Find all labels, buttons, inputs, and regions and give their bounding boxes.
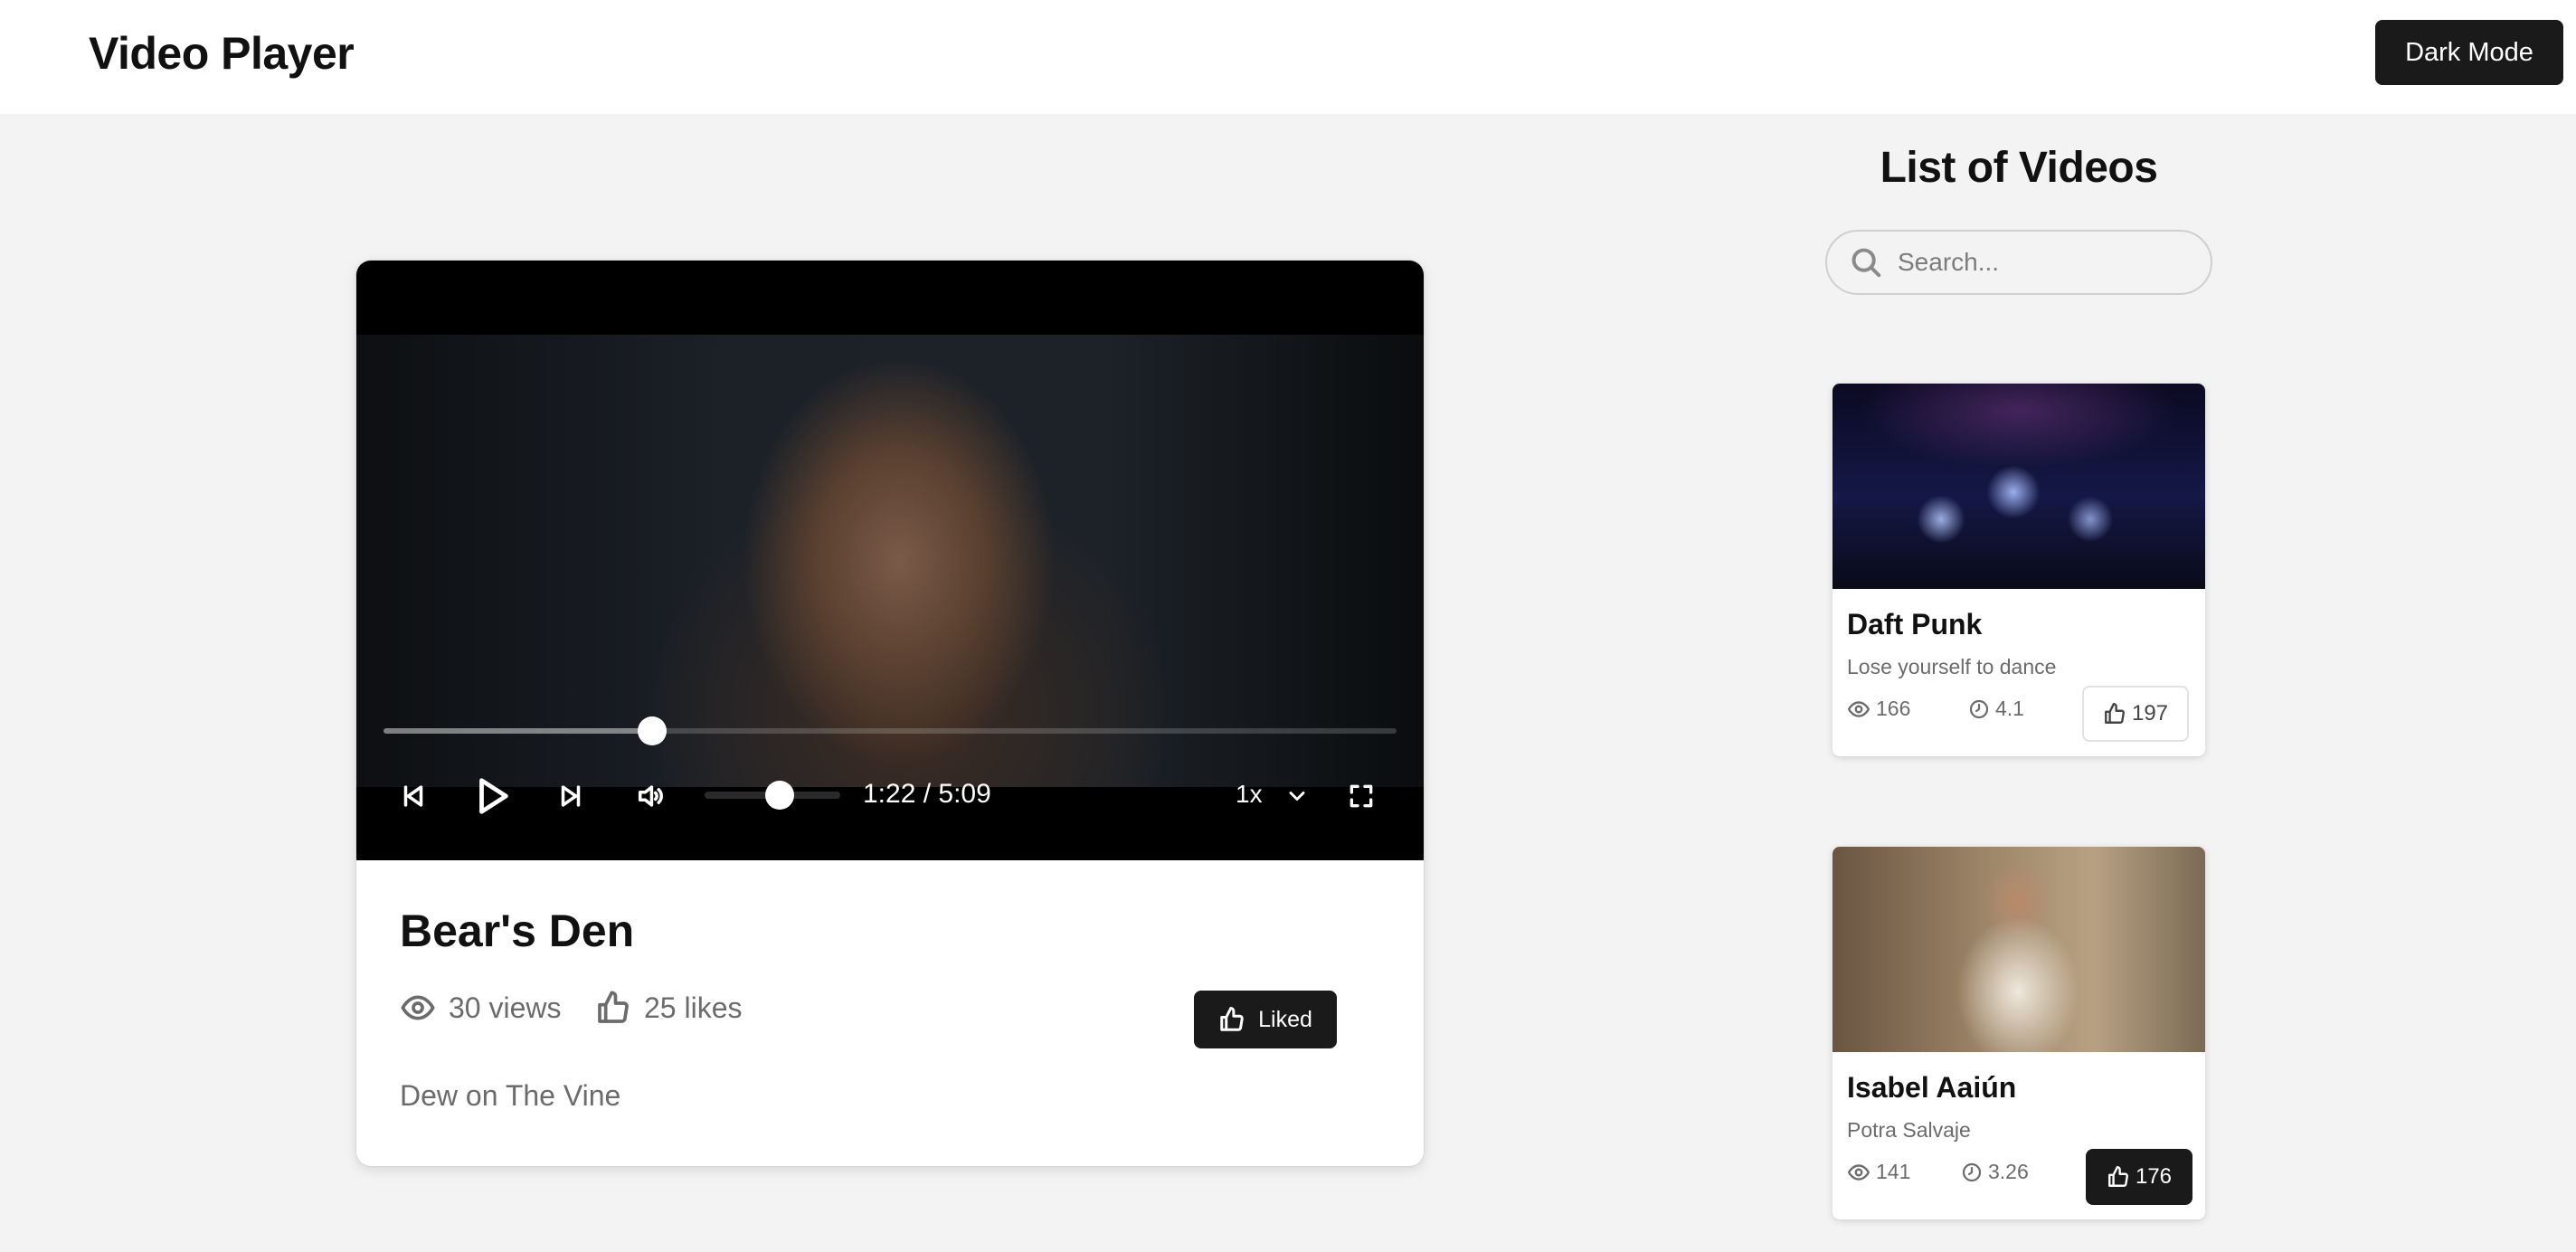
progress-handle[interactable]	[637, 716, 667, 745]
like-button[interactable]: 197	[2082, 686, 2189, 742]
views-stat: 30 views	[400, 990, 562, 1026]
like-button[interactable]: 176	[2086, 1149, 2192, 1205]
volume-handle[interactable]	[764, 781, 794, 810]
video-card-title: Daft Punk	[1847, 608, 1983, 640]
video-thumbnail[interactable]	[1833, 384, 2205, 589]
thumbs-up-icon	[2108, 1165, 2128, 1187]
video-card-title: Isabel Aaiún	[1847, 1071, 2017, 1104]
chevron-down-icon	[1289, 792, 1305, 801]
video-card-duration: 3.26	[1961, 1160, 2029, 1184]
video-list-title: List of Videos	[1880, 144, 2158, 192]
likes-stat: 25 likes	[595, 990, 743, 1026]
like-count: 197	[2131, 701, 2169, 726]
volume-button[interactable]	[628, 773, 673, 819]
clock-icon	[1962, 1162, 1982, 1181]
dark-mode-button[interactable]: Dark Mode	[2375, 20, 2563, 85]
time-display: 1:22 / 5:09	[863, 779, 991, 809]
eye-icon	[401, 995, 435, 1020]
video-card-duration: 4.1	[1968, 697, 2024, 721]
video-description: Dew on The Vine	[400, 1079, 621, 1112]
progress-fill	[384, 728, 652, 734]
video-card-views: 141	[1847, 1160, 1910, 1184]
play-icon	[479, 778, 508, 814]
volume-slider[interactable]	[705, 781, 840, 810]
duration-value: 3.26	[1988, 1160, 2029, 1183]
skip-back-button[interactable]	[391, 773, 436, 819]
play-button[interactable]	[465, 773, 519, 819]
thumbs-up-icon	[598, 991, 629, 1023]
likes-count: 25 likes	[644, 991, 743, 1024]
skip-forward-button[interactable]	[548, 773, 593, 819]
duration-value: 4.1	[1995, 697, 2024, 720]
video-card-subtitle: Potra Salvaje	[1847, 1118, 1971, 1142]
skip-forward-icon	[561, 785, 581, 807]
skip-back-icon	[403, 785, 423, 807]
clock-icon	[1969, 699, 1989, 718]
video-player-card: 1:22 / 5:09 1x Bear's Den 30 views 25 li…	[356, 261, 1424, 1166]
thumbs-up-icon	[1220, 1007, 1244, 1031]
video-card-subtitle: Lose yourself to dance	[1847, 655, 2057, 678]
views-count: 141	[1876, 1160, 1911, 1183]
eye-icon	[1847, 700, 1870, 717]
search-icon	[1852, 248, 1881, 278]
video-frame[interactable]: 1:22 / 5:09 1x	[356, 261, 1424, 860]
search-input[interactable]	[1898, 248, 2187, 277]
liked-button[interactable]: Liked	[1194, 991, 1337, 1048]
volume-icon	[638, 785, 663, 807]
playback-speed[interactable]: 1x	[1236, 780, 1263, 809]
like-count: 176	[2135, 1164, 2173, 1189]
liked-label: Liked	[1258, 1006, 1312, 1032]
video-card[interactable]: Isabel Aaiún Potra Salvaje 141 3.26 176	[1833, 847, 2205, 1219]
video-image	[356, 335, 1424, 787]
fullscreen-button[interactable]	[1340, 773, 1382, 819]
video-card[interactable]: Daft Punk Lose yourself to dance 166 4.1…	[1833, 384, 2205, 756]
views-count: 30 views	[449, 991, 562, 1024]
video-title: Bear's Den	[400, 906, 635, 956]
eye-icon	[1847, 1163, 1870, 1181]
speed-dropdown[interactable]	[1279, 773, 1315, 819]
fullscreen-icon	[1350, 784, 1373, 808]
app-title: Video Player	[89, 28, 355, 79]
views-count: 166	[1876, 697, 1911, 720]
video-thumbnail[interactable]	[1833, 847, 2205, 1052]
app-header: Video Player Dark Mode	[0, 0, 2576, 114]
video-card-views: 166	[1847, 697, 1910, 721]
search-box[interactable]	[1825, 230, 2212, 295]
progress-bar[interactable]	[384, 716, 1397, 745]
thumbs-up-icon	[2105, 702, 2125, 724]
